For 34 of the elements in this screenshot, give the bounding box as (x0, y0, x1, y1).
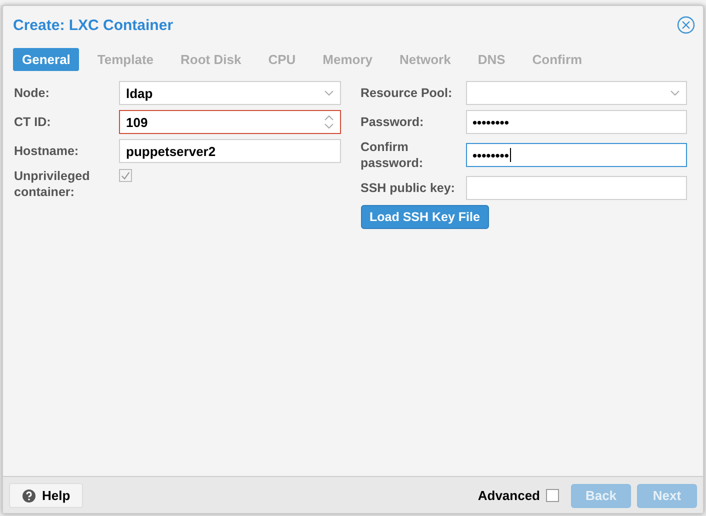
advanced-checkbox[interactable] (546, 489, 559, 502)
chevron-down-icon[interactable] (324, 90, 334, 96)
tab[interactable]: Confirm (523, 48, 592, 71)
chevron-down-icon[interactable] (670, 90, 680, 96)
input-field[interactable]: •••••••• (466, 110, 687, 134)
field-label: CT ID: (14, 114, 52, 130)
help-button[interactable]: Help (9, 483, 84, 508)
tab[interactable]: Network (390, 48, 460, 71)
field-label: Node: (14, 85, 50, 101)
advanced-label: Advanced (478, 488, 540, 503)
checkbox[interactable] (119, 169, 132, 182)
dropdown-field[interactable] (466, 81, 687, 105)
load-ssh-key-button[interactable]: Load SSH Key File (360, 205, 489, 229)
field-label: Unprivileged container: (14, 168, 91, 200)
spinner-icon[interactable] (324, 114, 334, 130)
tab[interactable]: General (13, 48, 80, 71)
close-icon[interactable] (677, 16, 695, 34)
tab[interactable]: Memory (314, 48, 382, 71)
help-icon (22, 488, 36, 502)
field-label: Hostname: (14, 143, 80, 159)
tab[interactable]: Root Disk (172, 48, 250, 71)
tab[interactable]: DNS (468, 48, 514, 71)
input-field[interactable]: puppetserver2 (119, 139, 340, 163)
input-field[interactable]: •••••••• (466, 143, 687, 167)
field-label: Confirm password: (360, 139, 424, 171)
tab[interactable]: Template (88, 48, 163, 71)
window-title: Create: LXC Container (13, 16, 174, 34)
tab[interactable]: CPU (259, 48, 305, 71)
field-label: SSH public key: (360, 180, 456, 196)
input-field[interactable] (466, 176, 687, 200)
dropdown-field[interactable]: ldap (119, 81, 340, 105)
field-label: Resource Pool: (360, 85, 454, 101)
number-field[interactable]: 109 (119, 110, 340, 134)
field-label: Password: (360, 114, 425, 130)
